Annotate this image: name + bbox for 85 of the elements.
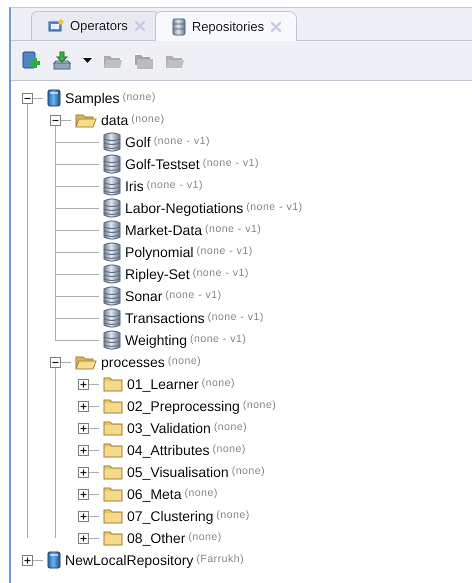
database-icon — [172, 18, 186, 36]
item-status: (none - v1) — [246, 200, 303, 216]
server-icon — [47, 551, 61, 569]
tree-item[interactable]: Samples — [65, 88, 120, 108]
item-status: (none) — [242, 398, 276, 414]
expand-icon[interactable] — [78, 401, 89, 412]
add-database-icon — [21, 51, 42, 70]
database-icon — [103, 198, 121, 218]
tree-item[interactable]: Market-Data — [125, 220, 202, 240]
folder-icon — [103, 375, 123, 393]
caret-icon — [83, 58, 92, 64]
folder-icon — [103, 507, 123, 525]
item-status: (none) — [212, 442, 246, 458]
tree-item[interactable]: 02_Preprocessing — [127, 396, 240, 416]
collapse-icon[interactable] — [22, 93, 33, 104]
server-icon — [47, 89, 61, 107]
item-status: (none) — [168, 354, 202, 370]
expand-icon[interactable] — [22, 555, 33, 566]
item-status: (none) — [214, 420, 248, 436]
collapse-icon[interactable] — [50, 357, 61, 368]
import-button[interactable] — [52, 51, 73, 70]
tree-item[interactable]: Ripley-Set — [125, 264, 190, 284]
dropdown-button[interactable] — [83, 58, 92, 64]
tree-item[interactable]: 05_Visualisation — [127, 462, 229, 482]
item-status: (none) — [202, 376, 235, 392]
tree-item[interactable]: Labor-Negotiations — [125, 198, 244, 218]
tree-item[interactable]: Weighting — [125, 330, 188, 350]
item-status: (none - v1) — [196, 244, 253, 260]
expand-icon[interactable] — [78, 489, 89, 500]
tab[interactable]: Repositories — [154, 11, 298, 41]
tree-item[interactable]: data — [101, 110, 128, 130]
item-status: (none - v1) — [192, 266, 249, 282]
tree-item[interactable]: 08_Other — [127, 528, 186, 548]
tree-item[interactable]: NewLocalRepository — [65, 550, 194, 570]
item-status: (none) — [188, 530, 222, 546]
item-status: (none - v1) — [190, 332, 246, 348]
import-icon — [52, 51, 73, 70]
folder-icon — [103, 529, 123, 547]
tree-item[interactable]: 06_Meta — [127, 484, 182, 504]
item-status: (Farrukh) — [196, 552, 244, 568]
tree-item[interactable]: Golf — [125, 132, 151, 152]
expand-icon[interactable] — [78, 511, 89, 522]
add-database-button[interactable] — [21, 51, 42, 70]
tree-item[interactable]: Iris — [125, 176, 144, 196]
panel-icon — [48, 19, 64, 33]
folder-icon — [103, 485, 123, 503]
database-icon — [103, 308, 121, 328]
item-status: (none) — [216, 508, 250, 524]
collapse-icon[interactable] — [50, 115, 61, 126]
folder-icon — [103, 441, 123, 459]
tree-item[interactable]: processes — [101, 352, 165, 372]
tree-item[interactable]: 04_Attributes — [127, 440, 210, 460]
database-icon — [103, 264, 121, 284]
item-status: (none - v1) — [208, 310, 264, 326]
expand-icon[interactable] — [78, 533, 89, 544]
database-icon — [103, 154, 121, 174]
tree-item[interactable]: 01_Learner — [127, 374, 199, 394]
item-status: (none - v1) — [154, 134, 210, 150]
folder-icon — [103, 419, 123, 437]
database-icon — [103, 176, 121, 196]
database-icon — [103, 220, 121, 240]
item-status: (none - v1) — [205, 222, 262, 238]
expand-icon[interactable] — [78, 445, 89, 456]
tree-item[interactable]: 07_Clustering — [127, 506, 214, 526]
expand-icon[interactable] — [78, 423, 89, 434]
tree-item[interactable]: Sonar — [125, 286, 162, 306]
item-status: (none) — [232, 464, 266, 480]
tree-item[interactable]: Polynomial — [125, 242, 194, 262]
item-status: (none - v1) — [202, 156, 259, 172]
folder-icon — [103, 397, 123, 415]
expand-icon[interactable] — [78, 467, 89, 478]
expand-icon[interactable] — [78, 379, 89, 390]
database-icon — [103, 242, 121, 262]
database-icon — [103, 286, 121, 306]
item-status: (none) — [184, 486, 218, 502]
tree-item[interactable]: Transactions — [125, 308, 205, 328]
item-status: (none) — [131, 112, 165, 128]
item-status: (none - v1) — [146, 178, 203, 194]
item-status: (none - v1) — [165, 288, 222, 304]
database-icon — [103, 330, 121, 350]
folder-icon — [103, 463, 123, 481]
tree-item[interactable]: Golf-Testset — [125, 154, 200, 174]
item-status: (none) — [122, 90, 156, 106]
tree-item[interactable]: 03_Validation — [127, 418, 211, 438]
database-icon — [103, 132, 121, 152]
